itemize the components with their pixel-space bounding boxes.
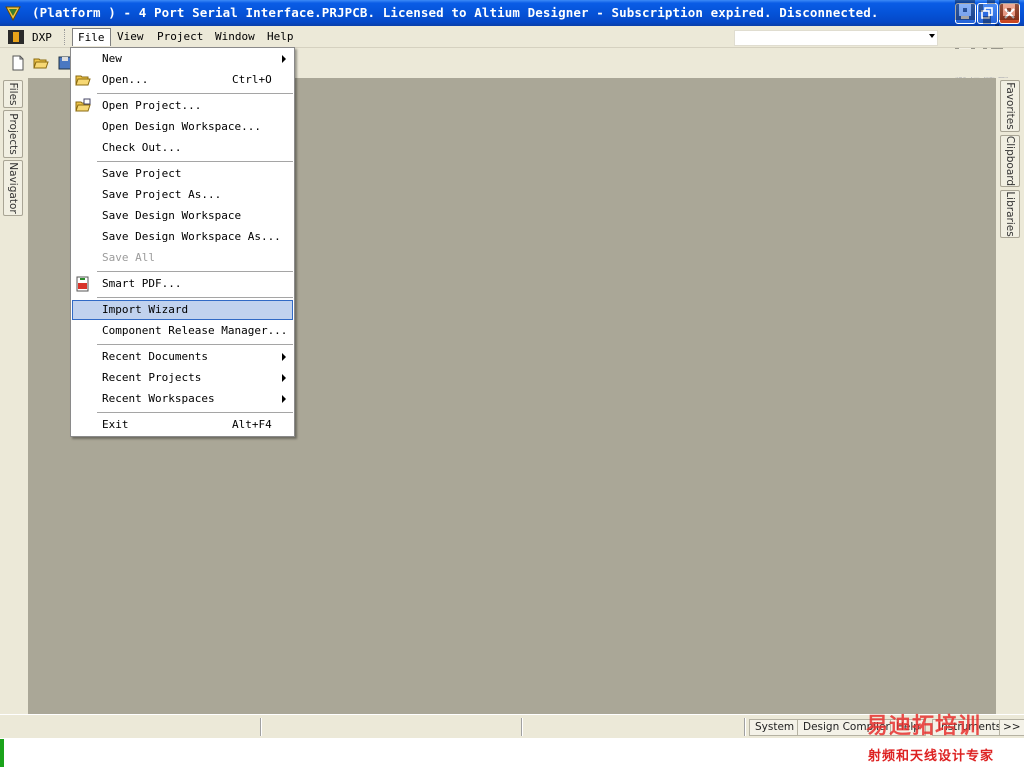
menu-item-save-all: Save All (102, 251, 155, 264)
menu-item-save-design-workspace[interactable]: Save Design Workspace (72, 206, 293, 226)
menu-item-open-design-workspace[interactable]: Open Design Workspace... (72, 117, 293, 137)
toolbar-combo-box[interactable] (734, 30, 938, 46)
open-folder-icon (75, 75, 91, 86)
status-separator (744, 718, 746, 736)
brand-watermark: 易迪拓培训 (866, 714, 982, 739)
menu-help[interactable]: Help (262, 28, 299, 46)
menu-file[interactable]: File (72, 28, 111, 46)
menu-item-recent-projects[interactable]: Recent Projects (72, 368, 293, 388)
menu-separator (97, 412, 293, 413)
menu-project[interactable]: Project (152, 28, 208, 46)
panel-tab-projects[interactable]: Projects (3, 110, 23, 158)
dxp-label: DXP (32, 30, 52, 44)
dxp-menu[interactable]: DXP (4, 28, 56, 46)
submenu-arrow-icon (282, 353, 286, 361)
window-title: (Platform ) - 4 Port Serial Interface.PR… (32, 5, 879, 20)
panel-tab-files[interactable]: Files (3, 80, 23, 108)
menu-separator (97, 344, 293, 345)
brand-subtitle-watermark: 射频和天线设计专家 (868, 749, 995, 764)
submenu-arrow-icon (282, 395, 286, 403)
right-panel-strip: Favorites Clipboard Libraries (997, 78, 1024, 714)
panel-tab-clipboard[interactable]: Clipboard (1000, 135, 1020, 187)
menu-item-open[interactable]: Open... Ctrl+O (72, 70, 293, 90)
menu-item-new[interactable]: New (72, 49, 293, 69)
menu-item-smart-pdf[interactable]: Smart PDF... (72, 274, 293, 294)
smart-pdf-icon (76, 276, 89, 292)
chevron-down-icon[interactable] (929, 34, 935, 38)
submenu-arrow-icon (282, 55, 286, 63)
menu-item-check-out[interactable]: Check Out... (72, 138, 293, 158)
menu-item-import-wizard[interactable]: Import Wizard (72, 300, 293, 320)
panel-tab-navigator[interactable]: Navigator (3, 160, 23, 216)
submenu-arrow-icon (282, 374, 286, 382)
open-project-icon (75, 98, 91, 112)
menu-item-recent-documents[interactable]: Recent Documents (72, 347, 293, 367)
menu-item-save-design-workspace-as[interactable]: Save Design Workspace As... (72, 227, 293, 247)
title-bar[interactable]: (Platform ) - 4 Port Serial Interface.PR… (0, 0, 1024, 26)
status-more-button[interactable]: >> (999, 719, 1024, 736)
panel-tab-libraries[interactable]: Libraries (1000, 190, 1020, 238)
menu-item-exit[interactable]: Exit Alt+F4 (72, 415, 293, 435)
altium-app-icon[interactable] (4, 4, 22, 22)
dxp-logo-icon (8, 30, 24, 44)
menu-item-save-project-as[interactable]: Save Project As... (72, 185, 293, 205)
status-button-system[interactable]: System (749, 719, 801, 736)
menu-view[interactable]: View (112, 28, 149, 46)
menu-separator (97, 161, 293, 162)
menu-separator (97, 93, 293, 94)
file-menu-dropdown: New Open... Ctrl+O Open Project... Open … (70, 47, 295, 437)
left-panel-strip: Files Projects Navigator (0, 78, 27, 714)
menubar-grip[interactable] (64, 29, 67, 45)
menu-separator (97, 297, 293, 298)
menu-item-recent-workspaces[interactable]: Recent Workspaces (72, 389, 293, 409)
new-document-icon[interactable] (10, 55, 26, 71)
menu-separator (97, 271, 293, 272)
menu-item-save-project[interactable]: Save Project (72, 164, 293, 184)
status-separator (521, 718, 523, 736)
command-line-indicator (0, 739, 4, 767)
open-folder-icon[interactable] (33, 55, 49, 71)
panel-tab-favorites[interactable]: Favorites (1000, 80, 1020, 132)
status-separator (260, 718, 262, 736)
menu-item-component-release-manager[interactable]: Component Release Manager... (72, 321, 293, 341)
menu-item-open-project[interactable]: Open Project... (72, 96, 293, 116)
menu-window[interactable]: Window (210, 28, 260, 46)
